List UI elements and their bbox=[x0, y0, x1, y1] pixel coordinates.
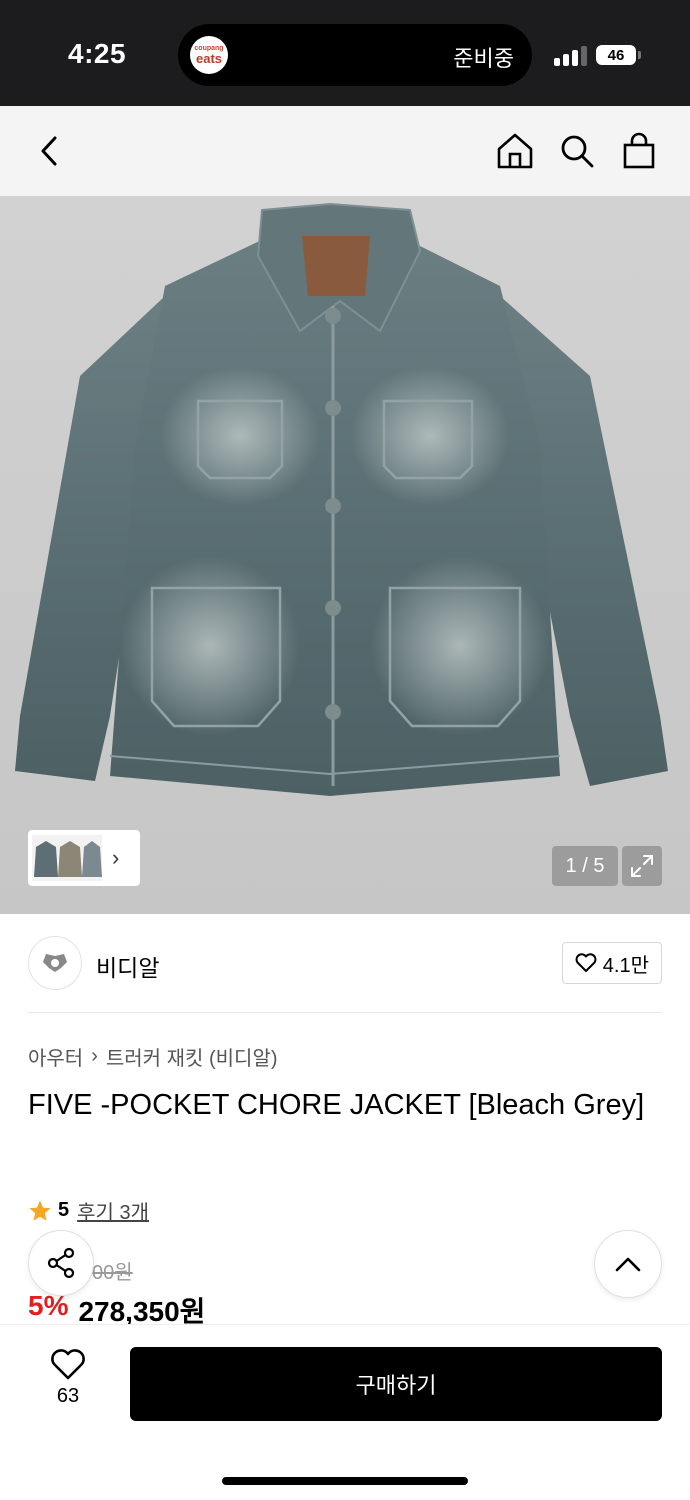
top-nav-bar bbox=[0, 106, 690, 196]
product-title: FIVE -POCKET CHORE JACKET [Bleach Grey] bbox=[28, 1089, 645, 1121]
share-button[interactable] bbox=[28, 1230, 94, 1296]
island-status-text: 준비중 bbox=[453, 46, 514, 71]
rating-score: 5 bbox=[58, 1199, 70, 1221]
heart-icon bbox=[575, 953, 597, 972]
logo-line2: eats bbox=[195, 51, 223, 66]
search-button[interactable] bbox=[552, 126, 602, 176]
thumbnail-strip[interactable]: › bbox=[28, 830, 140, 886]
thumbnail-next-icon[interactable]: › bbox=[112, 845, 119, 871]
brand-name[interactable]: 비디알 bbox=[96, 949, 159, 983]
cellular-signal-icon bbox=[554, 44, 588, 66]
review-link[interactable]: 후기 3개 bbox=[77, 1196, 149, 1225]
back-button[interactable] bbox=[24, 126, 74, 176]
breadcrumb-category[interactable]: 아우터 bbox=[28, 1042, 83, 1071]
wishlist-count: 63 bbox=[56, 1385, 80, 1407]
cart-button[interactable] bbox=[614, 126, 664, 176]
search-icon bbox=[561, 135, 594, 168]
brand-like-button[interactable]: 4.1만 bbox=[561, 942, 662, 984]
product-image-gallery[interactable]: › 1 / 5 bbox=[0, 196, 690, 914]
coupang-eats-logo: coupang eats bbox=[190, 36, 228, 74]
breadcrumb-separator-icon: › bbox=[91, 1045, 98, 1067]
star-icon bbox=[29, 1200, 51, 1221]
shopping-bag-icon bbox=[623, 132, 655, 169]
divider bbox=[28, 1012, 662, 1013]
dynamic-island[interactable]: coupang eats 준비중 bbox=[178, 24, 532, 86]
battery-icon: 46 bbox=[596, 45, 636, 65]
heart-icon bbox=[51, 1349, 85, 1380]
home-icon bbox=[497, 133, 533, 169]
status-bar: 4:25 coupang eats 준비중 46 bbox=[0, 0, 690, 106]
brand-logo[interactable] bbox=[28, 936, 82, 990]
chevron-left-icon bbox=[41, 136, 57, 166]
brand-row: 비디알 4.1만 bbox=[28, 936, 662, 992]
rating-row: 5 후기 3개 bbox=[28, 1196, 149, 1225]
status-time: 4:25 bbox=[68, 38, 127, 69]
original-price: 00원 bbox=[92, 1262, 133, 1284]
brand-like-count: 4.1만 bbox=[602, 954, 649, 977]
denim-jacket-image bbox=[15, 202, 668, 796]
fullscreen-button[interactable] bbox=[622, 846, 662, 886]
home-button[interactable] bbox=[490, 126, 540, 176]
breadcrumb: 아우터 › 트러커 재킷 (비디알) bbox=[28, 1042, 278, 1071]
share-icon bbox=[47, 1247, 75, 1279]
wishlist-button[interactable]: 63 bbox=[40, 1349, 96, 1408]
thumbnail-images bbox=[32, 835, 102, 881]
image-counter: 1 / 5 bbox=[552, 846, 618, 886]
battery-tip bbox=[638, 51, 641, 59]
scroll-top-button[interactable] bbox=[594, 1230, 662, 1298]
chevron-up-icon bbox=[615, 1257, 641, 1272]
breadcrumb-subcategory[interactable]: 트러커 재킷 (비디알) bbox=[106, 1042, 278, 1071]
bottom-action-bar: 63 구매하기 bbox=[0, 1324, 690, 1500]
home-indicator[interactable] bbox=[222, 1477, 468, 1485]
buy-button[interactable]: 구매하기 bbox=[130, 1347, 662, 1421]
brand-emblem-icon bbox=[43, 954, 67, 972]
expand-icon bbox=[631, 855, 653, 877]
